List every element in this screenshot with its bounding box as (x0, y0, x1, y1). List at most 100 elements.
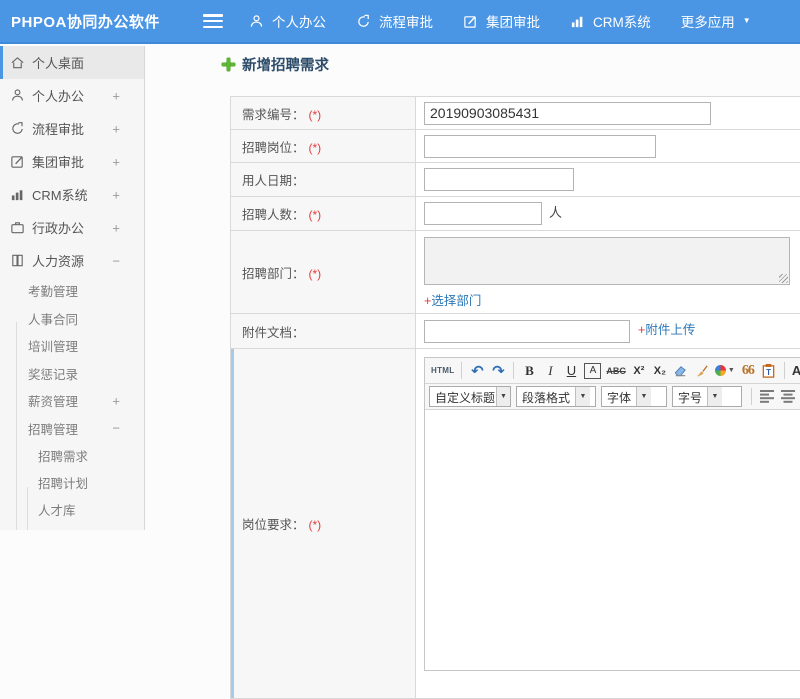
eraser-icon[interactable] (671, 360, 691, 381)
recruit-request-form: 需求编号：(*) 招聘岗位：(*) 用人日期： 招聘人数：(*) 人 招聘部门：… (230, 96, 800, 699)
blockquote-button[interactable]: 66 (738, 360, 758, 381)
sidebar-item-admin-office[interactable]: 行政办公 + (0, 211, 144, 244)
custom-heading-select[interactable]: 自定义标题▼ (429, 386, 511, 407)
redo-icon[interactable]: ↷ (488, 360, 508, 381)
paste-icon[interactable]: T (759, 360, 779, 381)
sidebar-item-crm[interactable]: CRM系统 + (0, 178, 144, 211)
undo-icon[interactable]: ↶ (467, 360, 487, 381)
bar-chart-icon (570, 14, 585, 29)
sidebar-item-salary[interactable]: 薪资管理+ (0, 387, 144, 415)
sidebar-item-label: 人力资源 (32, 251, 84, 270)
toolbar-separator (461, 362, 462, 379)
sidebar-item-attendance[interactable]: 考勤管理 (0, 277, 144, 305)
field-label: 招聘人数： (242, 208, 305, 222)
app-title: PHPOA协同办公软件 (0, 11, 203, 32)
sidebar-item-label: 招聘需求 (38, 446, 88, 465)
font-size-select[interactable]: 字号▼ (672, 386, 742, 407)
bar-chart-icon (10, 187, 25, 202)
nav-crm-system[interactable]: CRM系统 (570, 11, 651, 31)
editor-toolbar-row1: HTML ↶ ↷ B I U A ABC X² X₂ (425, 358, 800, 384)
indent-guide (27, 487, 28, 530)
sidebar-item-label: 招聘计划 (38, 473, 88, 492)
book-icon (10, 253, 25, 268)
attachment-upload-link[interactable]: +附件上传 (638, 323, 695, 337)
request-number-input[interactable] (424, 102, 711, 125)
italic-button[interactable]: I (540, 360, 560, 381)
sidebar-item-label: 个人办公 (32, 86, 84, 105)
editor-content-area[interactable] (425, 410, 800, 670)
link-label: 选择部门 (431, 294, 481, 308)
form-row-department: 招聘部门：(*) +选择部门 (231, 231, 800, 314)
bold-button[interactable]: B (519, 360, 539, 381)
align-center-icon[interactable] (778, 386, 798, 407)
resize-grip-icon[interactable] (779, 274, 788, 283)
form-row-request-number: 需求编号： (*) (231, 97, 800, 130)
expand-plus-icon: + (112, 88, 120, 103)
page-title: 新增招聘需求 (242, 54, 329, 75)
sidebar-item-training[interactable]: 培训管理 (0, 332, 144, 360)
briefcase-icon (10, 220, 25, 235)
headcount-input[interactable] (424, 202, 542, 225)
caret-down-icon: ▼ (743, 17, 751, 25)
caret-down-icon: ▼ (707, 387, 722, 406)
underline-button[interactable]: U (561, 360, 581, 381)
sidebar-item-rewards[interactable]: 奖惩记录 (0, 360, 144, 388)
font-color-button[interactable]: A▼ (790, 360, 800, 381)
sidebar-item-workflow-approval[interactable]: 流程审批 + (0, 112, 144, 145)
department-textarea[interactable] (424, 237, 790, 285)
sidebar-item-recruit-need[interactable]: 招聘需求 (0, 442, 144, 469)
position-input[interactable] (424, 135, 656, 158)
font-style-box-button[interactable]: A (584, 363, 601, 379)
sidebar-item-personal-office[interactable]: 个人办公 + (0, 79, 144, 112)
svg-text:T: T (766, 368, 771, 377)
hire-date-input[interactable] (424, 168, 574, 191)
sidebar-item-recruit-plan[interactable]: 招聘计划 (0, 469, 144, 496)
field-label: 需求编号： (242, 108, 305, 122)
user-icon (249, 14, 264, 29)
nav-group-approval[interactable]: 集团审批 (463, 11, 540, 31)
font-color-glyph: A (792, 363, 800, 378)
sidebar-item-recruit-mgmt[interactable]: 招聘管理− (0, 415, 144, 443)
sidebar-submenu-hr: 考勤管理 人事合同 培训管理 奖惩记录 薪资管理+ 招聘管理− (0, 277, 144, 442)
sidebar-item-talent-pool[interactable]: 人才库 (0, 496, 144, 523)
form-row-headcount: 招聘人数：(*) 人 (231, 197, 800, 231)
paragraph-format-select[interactable]: 段落格式▼ (516, 386, 596, 407)
caret-down-icon: ▼ (575, 387, 590, 406)
required-mark: (*) (309, 208, 322, 222)
caret-down-icon: ▼ (636, 387, 651, 406)
expand-plus-icon: + (112, 220, 120, 235)
sidebar-item-label: 集团审批 (32, 152, 84, 171)
sidebar-item-label: 培训管理 (28, 336, 78, 355)
nav-label: 更多应用 (681, 11, 735, 31)
required-mark: (*) (309, 108, 322, 122)
sidebar-item-desktop[interactable]: 个人桌面 (0, 46, 144, 79)
format-painter-icon[interactable] (692, 360, 712, 381)
required-mark: (*) (309, 267, 322, 281)
required-mark: (*) (309, 141, 322, 155)
toolbar-separator (751, 388, 752, 405)
html-source-button[interactable]: HTML (429, 360, 456, 381)
nav-workflow-approval[interactable]: 流程审批 (356, 11, 433, 31)
strikethrough-button[interactable]: ABC (604, 360, 628, 381)
select-department-link[interactable]: +选择部门 (424, 290, 481, 309)
menu-toggle-icon[interactable] (203, 14, 223, 28)
select-value: 字号 (673, 387, 707, 406)
flow-refresh-icon (356, 14, 371, 29)
align-left-icon[interactable] (757, 386, 777, 407)
attachment-input[interactable] (424, 320, 630, 343)
editor-toolbar-row2: 自定义标题▼ 段落格式▼ 字体▼ 字号▼ (425, 384, 800, 410)
nav-personal-office[interactable]: 个人办公 (249, 11, 326, 31)
highlight-color-button[interactable]: ▼ (713, 360, 737, 381)
sidebar-item-hr[interactable]: 人力资源 − (0, 244, 144, 277)
collapse-minus-icon: − (112, 421, 120, 436)
superscript-button[interactable]: X² (629, 360, 649, 381)
font-family-select[interactable]: 字体▼ (601, 386, 667, 407)
nav-label: CRM系统 (593, 11, 651, 31)
sidebar-item-label: 奖惩记录 (28, 364, 78, 383)
sidebar-item-hr-contract[interactable]: 人事合同 (0, 305, 144, 333)
subscript-button[interactable]: X₂ (650, 360, 670, 381)
nav-label: 集团审批 (486, 11, 540, 31)
form-row-position: 招聘岗位：(*) (231, 130, 800, 163)
sidebar-item-group-approval[interactable]: 集团审批 + (0, 145, 144, 178)
nav-more-apps[interactable]: 更多应用 ▼ (681, 11, 751, 31)
